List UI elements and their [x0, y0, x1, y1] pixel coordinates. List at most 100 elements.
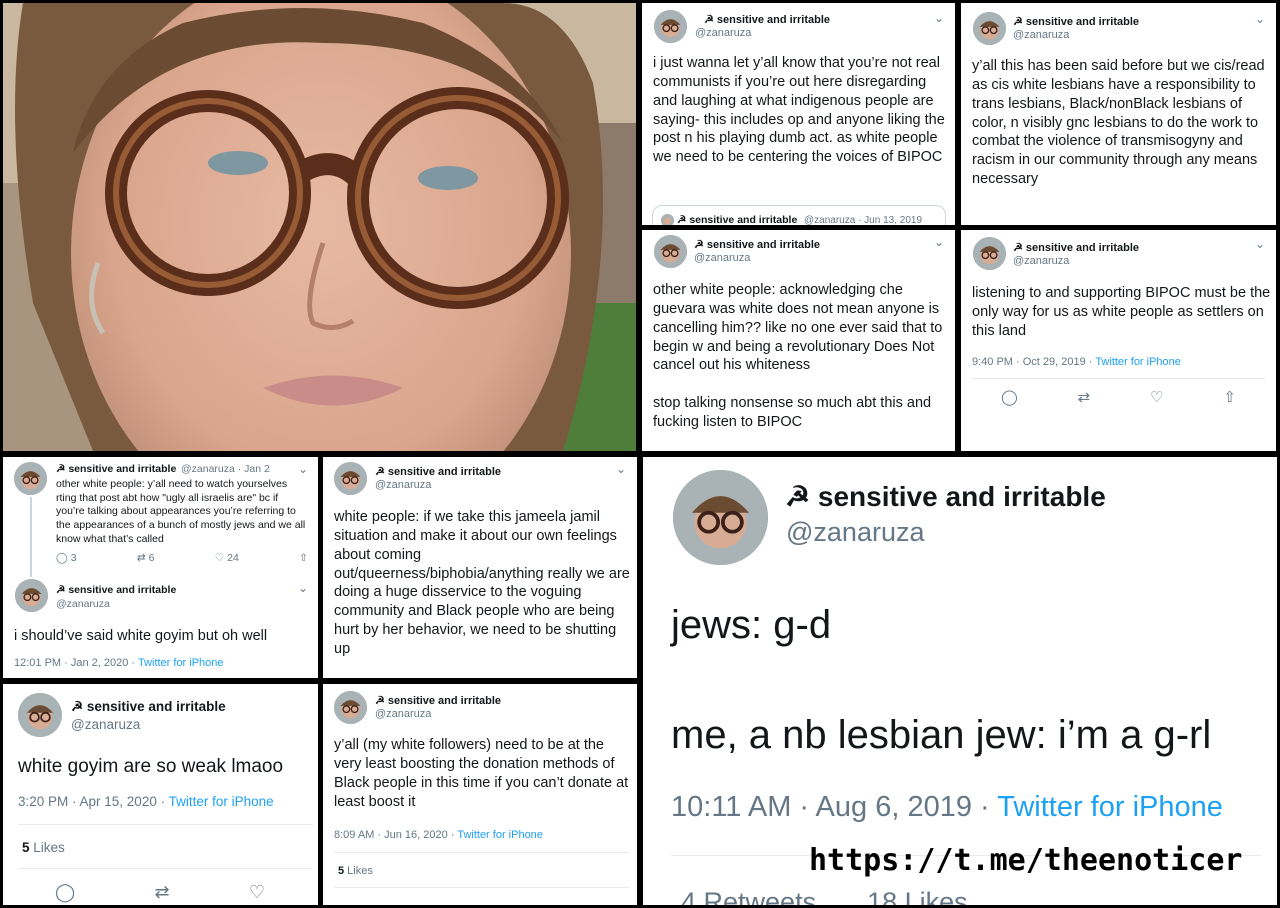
handle[interactable]: @zanaruza: [1013, 29, 1069, 41]
reply-icon: ◯: [56, 552, 68, 564]
avatar[interactable]: [973, 237, 1006, 270]
source-link[interactable]: Twitter for iPhone: [169, 794, 274, 809]
avatar[interactable]: [334, 691, 367, 724]
likes-count: 5: [22, 840, 30, 855]
likes-summary[interactable]: 5 Likes: [22, 840, 65, 855]
time-date: 10:11 AM · Aug 6, 2019 ·: [671, 791, 998, 823]
retweet-icon[interactable]: ⇄: [1078, 388, 1091, 406]
source-link[interactable]: Twitter for iPhone: [457, 829, 543, 841]
handle[interactable]: @zanaruza: [695, 27, 751, 39]
reply-icon[interactable]: ◯: [55, 882, 75, 903]
display-name[interactable]: ☭ sensitive and irritable: [704, 13, 830, 26]
retweet-action[interactable]: ⇄ 6: [137, 552, 155, 564]
divider: [18, 868, 313, 869]
avatar[interactable]: [14, 462, 47, 495]
tweet-card-4: ☭ sensitive and irritable @zanaruza ⌄ li…: [961, 230, 1276, 451]
tweet-card-7: ☭ sensitive and irritable @zanaruza whit…: [3, 684, 318, 905]
handle[interactable]: @zanaruza: [694, 252, 750, 264]
avatar-image: [673, 470, 768, 565]
handle[interactable]: @zanaruza: [1013, 255, 1069, 267]
chevron-down-icon[interactable]: ⌄: [934, 235, 944, 249]
chevron-down-icon[interactable]: ⌄: [1255, 12, 1265, 26]
display-name[interactable]: ☭ sensitive and irritable: [375, 465, 501, 478]
handle[interactable]: @zanaruza: [56, 598, 110, 610]
chevron-down-icon[interactable]: ⌄: [616, 462, 626, 476]
handle[interactable]: @zanaruza: [375, 479, 431, 491]
likes-summary[interactable]: 5 Likes: [338, 865, 373, 877]
tweet-timestamp: 12:01 PM · Jan 2, 2020 · Twitter for iPh…: [14, 657, 224, 669]
avatar[interactable]: [654, 235, 687, 268]
tweet-body: white goyim are so weak lmaoo: [18, 756, 284, 777]
avatar[interactable]: [973, 12, 1006, 45]
reply-icon[interactable]: ◯: [1001, 388, 1018, 406]
tweet-body: other white people: y’all need to watch …: [56, 478, 306, 545]
chevron-down-icon[interactable]: ⌄: [1255, 237, 1265, 251]
tweet-body: listening to and supporting BIPOC must b…: [972, 285, 1271, 339]
reply-action[interactable]: ◯ 3: [56, 552, 77, 564]
handle-date[interactable]: @zanaruza · Jan 2: [181, 463, 270, 475]
retweet-icon[interactable]: ⇄: [154, 882, 169, 903]
chevron-down-icon[interactable]: ⌄: [298, 581, 308, 595]
share-icon[interactable]: ⇧: [299, 552, 308, 564]
handle[interactable]: @zanaruza: [71, 717, 140, 732]
avatar-image: [973, 237, 1006, 270]
watermark-text: https://t.me/theenoticer: [809, 843, 1243, 878]
avatar-image: [973, 12, 1006, 45]
display-name[interactable]: ☭ sensitive and irritable: [785, 480, 1106, 513]
tweet-card-1: ☭ sensitive and irritable @zanaruza ⌄ i …: [642, 3, 955, 225]
tweet-actions: ◯ ⇄ ♡: [55, 882, 265, 903]
divider: [334, 852, 629, 853]
handle[interactable]: @zanaruza: [786, 517, 924, 548]
display-name[interactable]: ☭ sensitive and irritable: [56, 584, 176, 596]
time-date: 9:40 PM · Oct 29, 2019 ·: [972, 356, 1096, 368]
tweet-card-6: ☭ sensitive and irritable @zanaruza ⌄ wh…: [323, 457, 637, 678]
tweet-body: white people: if we take this jameela ja…: [334, 509, 630, 657]
source-link[interactable]: Twitter for iPhone: [138, 657, 224, 669]
display-name[interactable]: ☭ sensitive and irritable: [1013, 241, 1139, 254]
tweet-body: i just wanna let y’all know that you’re …: [653, 55, 945, 166]
avatar[interactable]: [673, 470, 768, 565]
source-link[interactable]: Twitter for iPhone: [1095, 356, 1181, 368]
avatar[interactable]: [15, 579, 48, 612]
share-icon[interactable]: ⇧: [1223, 388, 1236, 406]
avatar-image: [334, 691, 367, 724]
tweet-body-line-2: me, a nb lesbian jew: i’m a g-rl: [671, 713, 1212, 757]
likes-label: Likes: [29, 840, 65, 855]
tweet-body: other white people: acknowledging che gu…: [653, 282, 943, 430]
like-action[interactable]: ♡ 24: [215, 552, 239, 564]
selfie-photo: [3, 3, 636, 451]
retweet-icon: ⇄: [136, 552, 146, 564]
handle[interactable]: @zanaruza: [375, 708, 431, 720]
likes-label: Likes: [344, 865, 373, 877]
heart-icon[interactable]: ♡: [1150, 388, 1163, 406]
quoted-tweet[interactable]: ☭ sensitive and irritable @zanaruza · Ju…: [652, 205, 946, 225]
tweet-timestamp: 10:11 AM · Aug 6, 2019 · Twitter for iPh…: [671, 791, 1223, 824]
divider: [972, 378, 1265, 379]
display-name[interactable]: ☭ sensitive and irritable: [56, 463, 176, 475]
chevron-down-icon[interactable]: ⌄: [298, 462, 308, 476]
reply-count: 3: [70, 552, 77, 564]
likes-summary[interactable]: 18 Likes: [867, 887, 968, 905]
display-name[interactable]: ☭ sensitive and irritable: [71, 699, 226, 715]
tweet-card-2: ☭ sensitive and irritable @zanaruza ⌄ y’…: [961, 3, 1276, 225]
display-name[interactable]: ☭ sensitive and irritable: [1013, 15, 1139, 28]
source-link[interactable]: Twitter for iPhone: [997, 791, 1223, 823]
engagement-partial: 4 Retweets 18 Likes: [681, 887, 968, 905]
retweets-summary[interactable]: 4 Retweets: [681, 887, 816, 905]
avatar[interactable]: [654, 10, 687, 43]
display-name[interactable]: ☭ sensitive and irritable: [375, 694, 501, 707]
tweet-timestamp: 3:20 PM · Apr 15, 2020 · Twitter for iPh…: [18, 794, 274, 809]
avatar[interactable]: [334, 462, 367, 495]
avatar-image: [654, 10, 687, 43]
tweet-body: y’all this has been said before but we c…: [972, 58, 1265, 188]
divider: [334, 887, 629, 888]
avatar[interactable]: [18, 693, 62, 737]
avatar: [661, 214, 674, 225]
tweet-card-3: ☭ sensitive and irritable @zanaruza ⌄ ot…: [642, 230, 955, 451]
chevron-down-icon[interactable]: ⌄: [934, 11, 944, 25]
tweet-body-line-1: jews: g-d: [671, 603, 832, 647]
display-name[interactable]: ☭ sensitive and irritable: [694, 238, 820, 251]
quote-display-name: ☭ sensitive and irritable: [677, 214, 798, 225]
heart-icon[interactable]: ♡: [249, 882, 265, 903]
quote-handle-date: @zanaruza · Jun 13, 2019: [804, 215, 923, 225]
